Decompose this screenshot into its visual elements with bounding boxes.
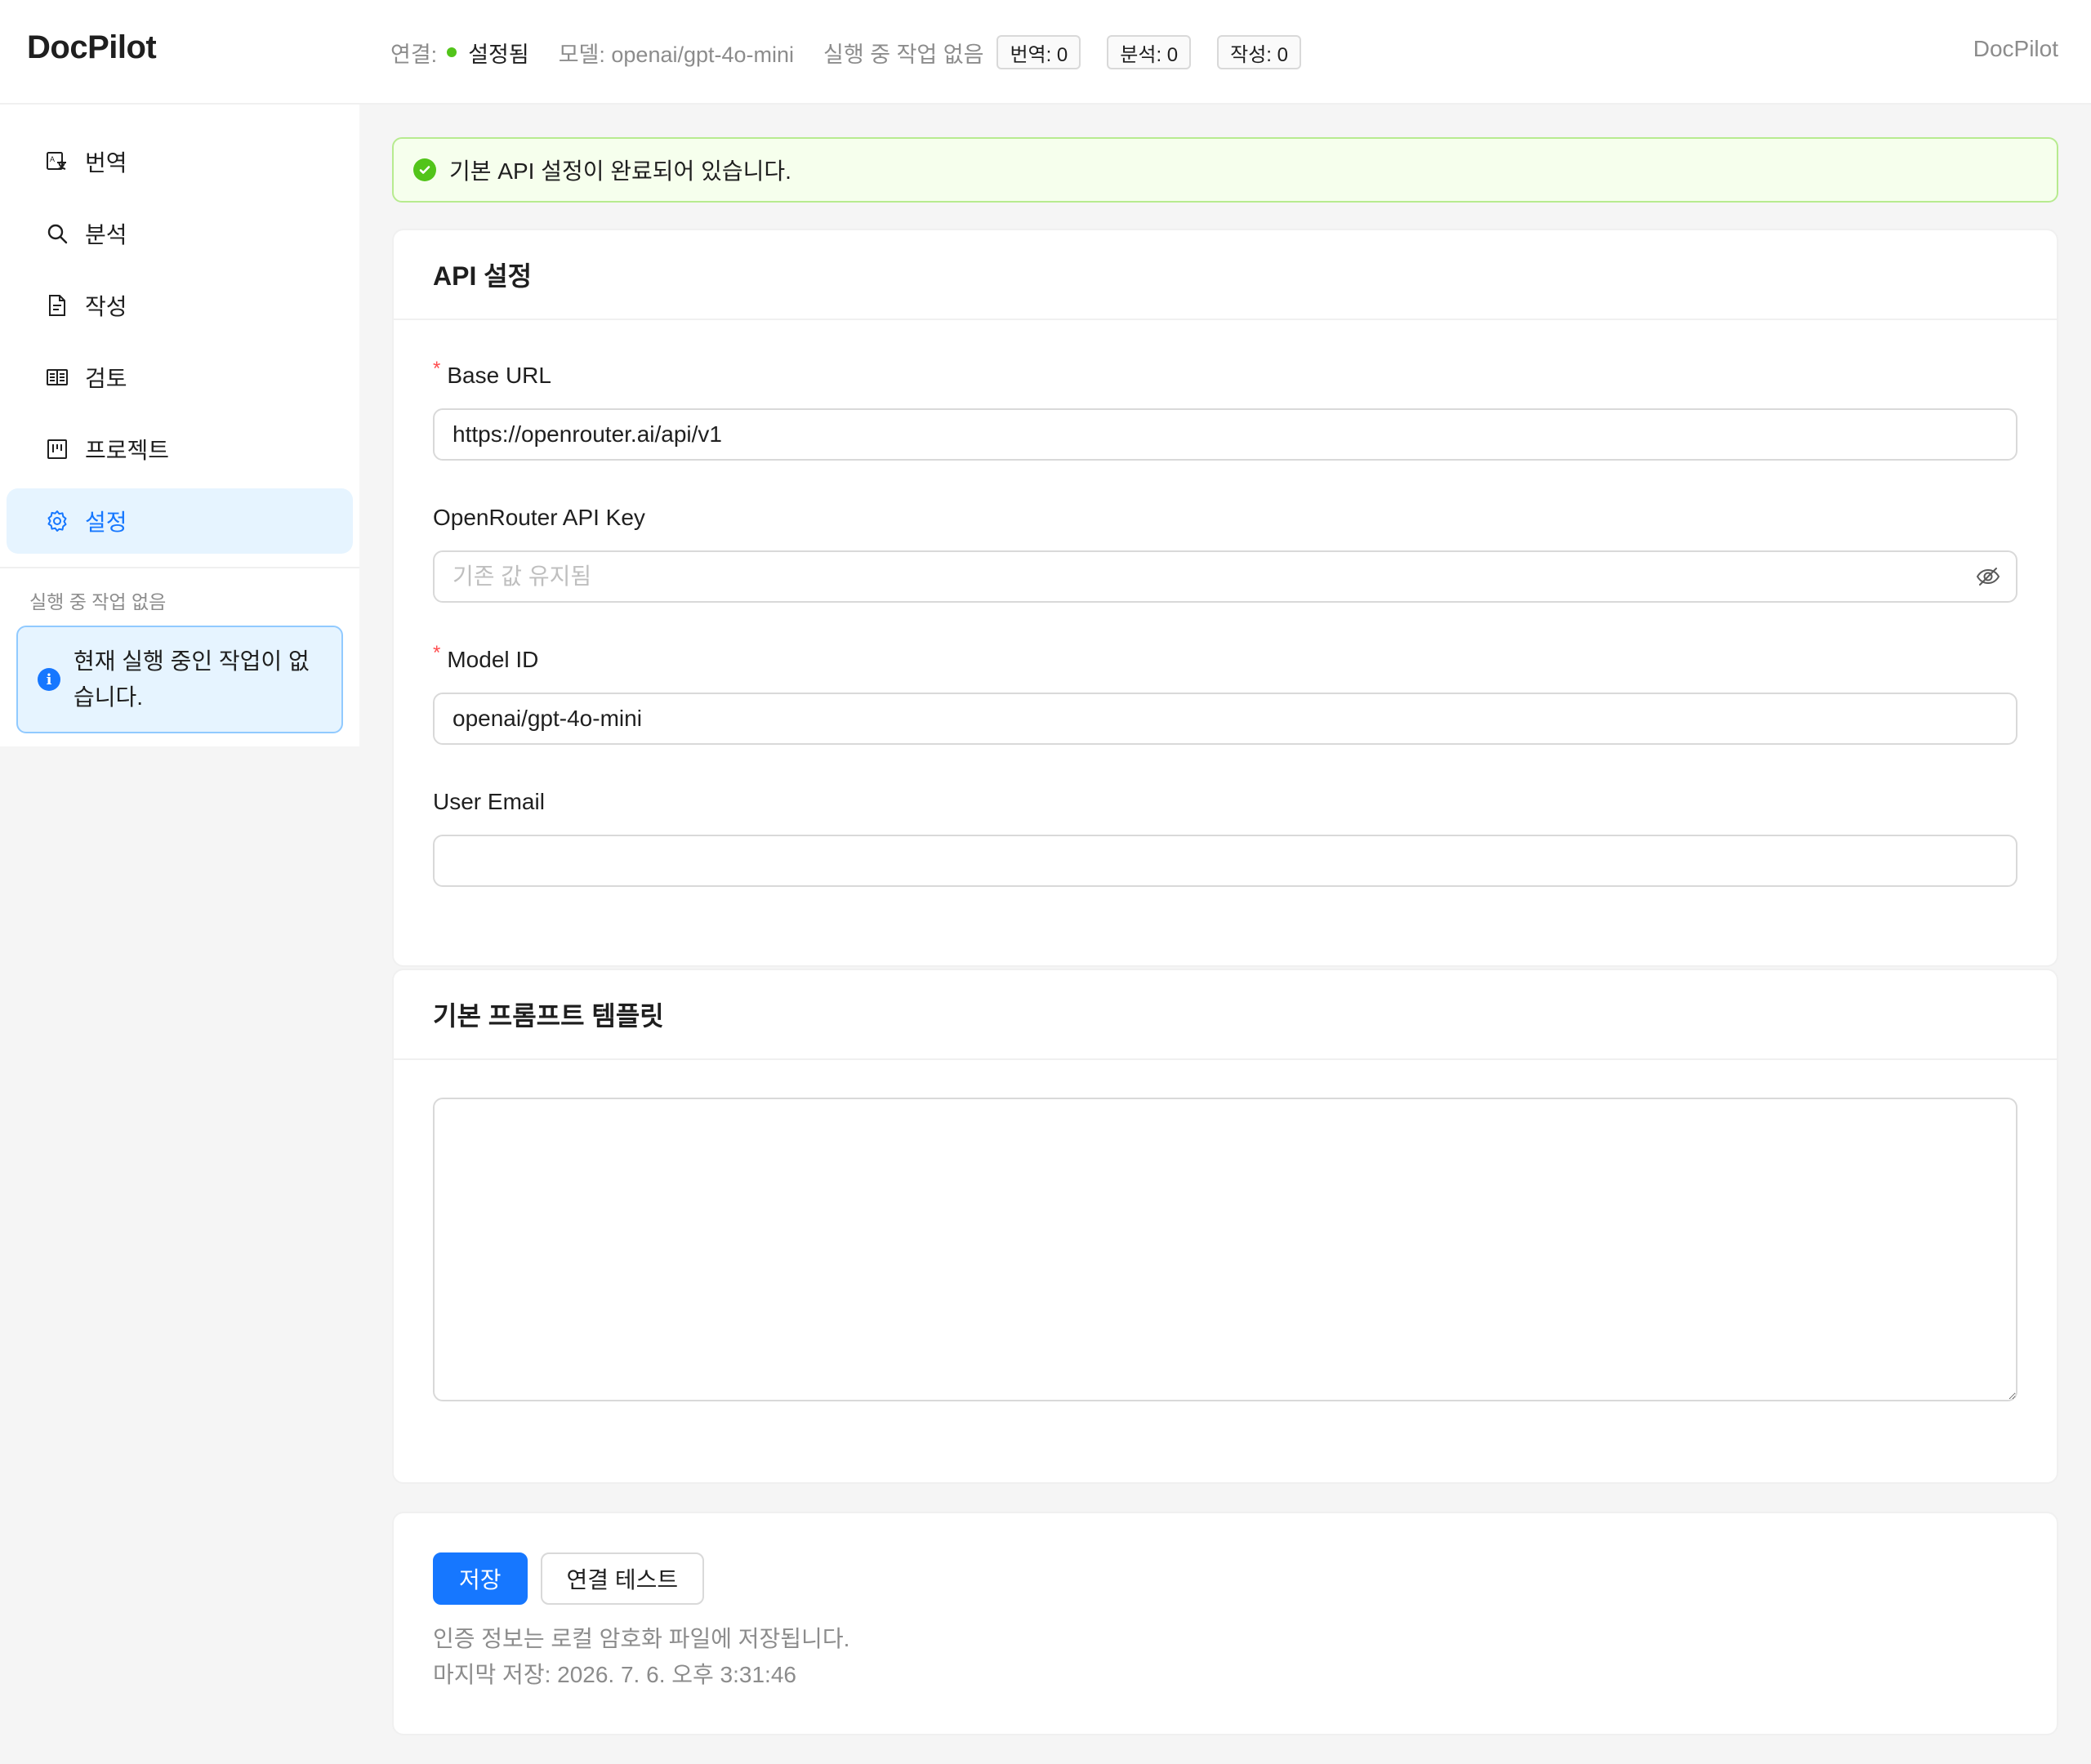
user-email-field: User Email	[433, 786, 2017, 887]
info-icon: i	[38, 668, 60, 691]
sidebar-menu: A 번역 분석 작성 검토 프로젝트 설정	[0, 129, 359, 568]
user-email-input[interactable]	[433, 835, 2017, 887]
sidebar-item-label: 번역	[85, 150, 127, 176]
required-asterisk: *	[433, 358, 441, 380]
success-alert: 기본 API 설정이 완료되어 있습니다.	[392, 137, 2058, 203]
search-icon	[46, 222, 69, 245]
no-task-alert-text: 현재 실행 중인 작업이 없습니다.	[74, 648, 310, 710]
analyze-count-tag: 분석: 0	[1107, 35, 1192, 69]
connection-label: 연결:	[390, 42, 438, 67]
translate-count-tag: 번역: 0	[996, 35, 1081, 69]
base-url-label: Base URL	[447, 363, 551, 388]
app-header: DocPilot 연결: 설정됨 모델: openai/gpt-4o-mini …	[0, 0, 2091, 105]
api-settings-title: API 설정	[394, 230, 2057, 320]
translate-icon: A	[46, 150, 69, 173]
sidebar-item-label: 검토	[85, 366, 127, 391]
api-key-label: OpenRouter API Key	[433, 505, 645, 530]
prompt-template-card: 기본 프롬프트 템플릿	[392, 969, 2058, 1484]
task-status: 실행 중 작업 없음	[823, 42, 984, 67]
model-id-input[interactable]	[433, 693, 2017, 745]
sidebar-item-review[interactable]: 검토	[7, 345, 353, 410]
sidebar-item-write[interactable]: 작성	[7, 273, 353, 338]
last-saved-note: 마지막 저장: 2026. 7. 6. 오후 3:31:46	[433, 1662, 796, 1687]
project-icon	[46, 438, 69, 461]
sidebar-item-project[interactable]: 프로젝트	[7, 416, 353, 482]
sidebar-item-label: 작성	[85, 294, 127, 319]
check-circle-icon	[413, 158, 436, 181]
test-connection-button[interactable]: 연결 테스트	[540, 1552, 705, 1605]
sidebar-item-translate[interactable]: A 번역	[7, 129, 353, 194]
model-id-label: Model ID	[447, 647, 539, 672]
connection-dot-icon	[447, 47, 457, 57]
success-alert-text: 기본 API 설정이 완료되어 있습니다.	[449, 158, 791, 184]
required-asterisk: *	[433, 642, 441, 664]
api-key-input[interactable]	[433, 550, 2017, 603]
status-bar: 연결: 설정됨 모델: openai/gpt-4o-mini 실행 중 작업 없…	[390, 33, 1301, 72]
connection-value: 설정됨	[468, 42, 529, 67]
task-section-title: 실행 중 작업 없음	[29, 591, 167, 612]
main-content: 기본 API 설정이 완료되어 있습니다. API 설정 * Base URL …	[392, 137, 2058, 1735]
sidebar-item-label: 설정	[85, 510, 127, 535]
model-status: 모델: openai/gpt-4o-mini	[558, 42, 795, 67]
base-url-input[interactable]	[433, 408, 2017, 461]
connection-status: 연결: 설정됨	[390, 37, 529, 69]
sidebar-item-label: 분석	[85, 222, 127, 247]
svg-text:A: A	[50, 155, 55, 163]
actions-card: 저장 연결 테스트 인증 정보는 로컬 암호화 파일에 저장됩니다. 마지막 저…	[392, 1512, 2058, 1735]
header-brand: DocPilot	[1973, 36, 2058, 61]
action-buttons: 저장 연결 테스트	[433, 1552, 2017, 1605]
save-button[interactable]: 저장	[433, 1552, 528, 1605]
sidebar: A 번역 분석 작성 검토 프로젝트 설정 실행 중 작업 없음 i 현재 실행…	[0, 105, 359, 1764]
api-key-field: OpenRouter API Key	[433, 501, 2017, 603]
base-url-field: * Base URL	[433, 358, 2017, 461]
gear-icon	[46, 510, 69, 532]
api-settings-card: API 설정 * Base URL OpenRouter API Key	[392, 229, 2058, 967]
read-icon	[46, 366, 69, 389]
no-task-alert: i 현재 실행 중인 작업이 없습니다.	[16, 626, 343, 733]
file-text-icon	[46, 294, 69, 317]
sidebar-item-analyze[interactable]: 분석	[7, 201, 353, 266]
sidebar-item-label: 프로젝트	[85, 438, 170, 463]
app-logo: DocPilot	[27, 29, 157, 65]
sidebar-item-settings[interactable]: 설정	[7, 488, 353, 554]
user-email-label: User Email	[433, 789, 545, 814]
write-count-tag: 작성: 0	[1217, 35, 1301, 69]
eye-invisible-icon[interactable]	[1975, 564, 2001, 590]
prompt-template-textarea[interactable]	[433, 1098, 2017, 1401]
prompt-template-title: 기본 프롬프트 템플릿	[394, 970, 2057, 1060]
model-id-field: * Model ID	[433, 642, 2017, 745]
storage-note: 인증 정보는 로컬 암호화 파일에 저장됩니다.	[433, 1626, 850, 1651]
